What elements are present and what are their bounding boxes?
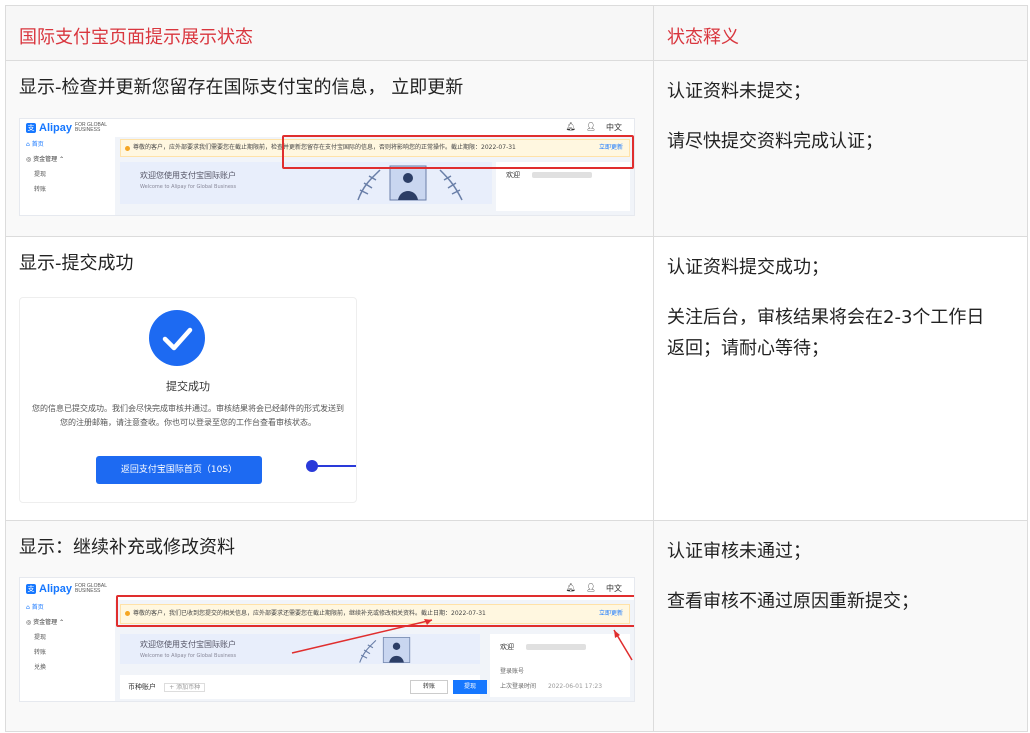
topbar-icons: 🔔︎ 👤︎ 中文 [566, 122, 622, 133]
sidebar-item-transfer: 转账 [34, 186, 47, 193]
warning-icon [125, 146, 130, 151]
row1-desc-1: 认证资料未提交； [667, 81, 811, 102]
row3-display-cell: 显示：继续补充或修改资料 支 Alipay FOR GLOBAL BUSINES… [5, 520, 654, 732]
row1-meaning-cell: 认证资料未提交； 请尽快提交资料完成认证； [653, 60, 1028, 237]
row3-meaning-cell: 认证审核未通过； 查看审核不通过原因重新提交； [653, 520, 1028, 732]
welcome-illustration [357, 165, 463, 201]
row2-display-cell: 显示-提交成功 提交成功 您的信息已提交成功。我们会尽快完成审核并通过。审核结果… [5, 236, 654, 521]
row1-desc-2: 请尽快提交资料完成认证； [667, 131, 883, 152]
row1-title: 显示-检查并更新您留存在国际支付宝的信息， 立即更新 [19, 77, 464, 98]
table-row: 显示：继续补充或修改资料 支 Alipay FOR GLOBAL BUSINES… [5, 520, 1028, 732]
alipay-logo-icon: 支 [26, 123, 36, 133]
pointer-line [312, 465, 356, 467]
alipay-logo: 支 Alipay FOR GLOBAL BUSINESS [26, 122, 107, 134]
welcome-card: 欢迎 [496, 162, 630, 211]
row2-desc-1: 认证资料提交成功； [667, 257, 829, 278]
check-circle-icon [149, 310, 205, 366]
table-header-row: 国际支付宝页面提示展示状态 状态释义 [5, 5, 1028, 61]
return-home-button: 返回支付宝国际首页（10S） [96, 456, 262, 484]
status-table: 国际支付宝页面提示展示状态 状态释义 显示-检查并更新您留存在国际支付宝的信息，… [5, 5, 1028, 732]
row3-desc-1: 认证审核未通过； [667, 541, 811, 562]
sidebar-item-funds: ◎ 资金管理 ⌃ [26, 156, 65, 163]
sidebar-item-withdraw: 提现 [34, 171, 47, 178]
success-message: 您的信息已提交成功。我们会尽快完成审核并通过。审核结果将会已经邮件的形式发送到您… [32, 404, 344, 427]
header-status-meaning: 状态释义 [653, 5, 1028, 61]
success-title: 提交成功 [166, 380, 210, 393]
header-display-status: 国际支付宝页面提示展示状态 [5, 5, 654, 61]
row1-display-cell: 显示-检查并更新您留存在国际支付宝的信息， 立即更新 支 Alipay FOR … [5, 60, 654, 237]
row2-desc-2: 关注后台，审核结果将会在2-3个工作日返回；请耐心等待； [667, 307, 985, 359]
highlight-box [282, 135, 634, 169]
user-icon: 👤︎ [585, 122, 596, 131]
red-arrows [291, 619, 633, 661]
sidebar-item-home: ⌂ 首页 [26, 141, 44, 148]
row2-meaning-cell: 认证资料提交成功； 关注后台，审核结果将会在2-3个工作日返回；请耐心等待； [653, 236, 1028, 521]
row3-desc-2: 查看审核不通过原因重新提交； [667, 591, 919, 612]
row3-title: 显示：继续补充或修改资料 [19, 537, 235, 558]
language-switch: 中文 [606, 123, 622, 132]
app-sidebar: ⌂ 首页 ◎ 资金管理 ⌃ 提现 转账 [20, 137, 115, 215]
table-row: 显示-检查并更新您留存在国际支付宝的信息， 立即更新 支 Alipay FOR … [5, 60, 1028, 237]
screenshot-supplement-info: 支 Alipay FOR GLOBAL BUSINESS 🔔︎ 👤︎ 中文 ⌂ … [19, 577, 635, 702]
table-row: 显示-提交成功 提交成功 您的信息已提交成功。我们会尽快完成审核并通过。审核结果… [5, 236, 1028, 521]
blurred-account [532, 172, 592, 178]
pointer-dot [306, 460, 318, 472]
screenshot-submit-success: 提交成功 您的信息已提交成功。我们会尽快完成审核并通过。审核结果将会已经邮件的形… [19, 297, 357, 503]
bell-icon: 🔔︎ [565, 122, 576, 131]
row2-title: 显示-提交成功 [19, 253, 134, 274]
screenshot-update-info: 支 Alipay FOR GLOBAL BUSINESS 🔔︎ 👤︎ 中文 ⌂ … [19, 118, 635, 216]
